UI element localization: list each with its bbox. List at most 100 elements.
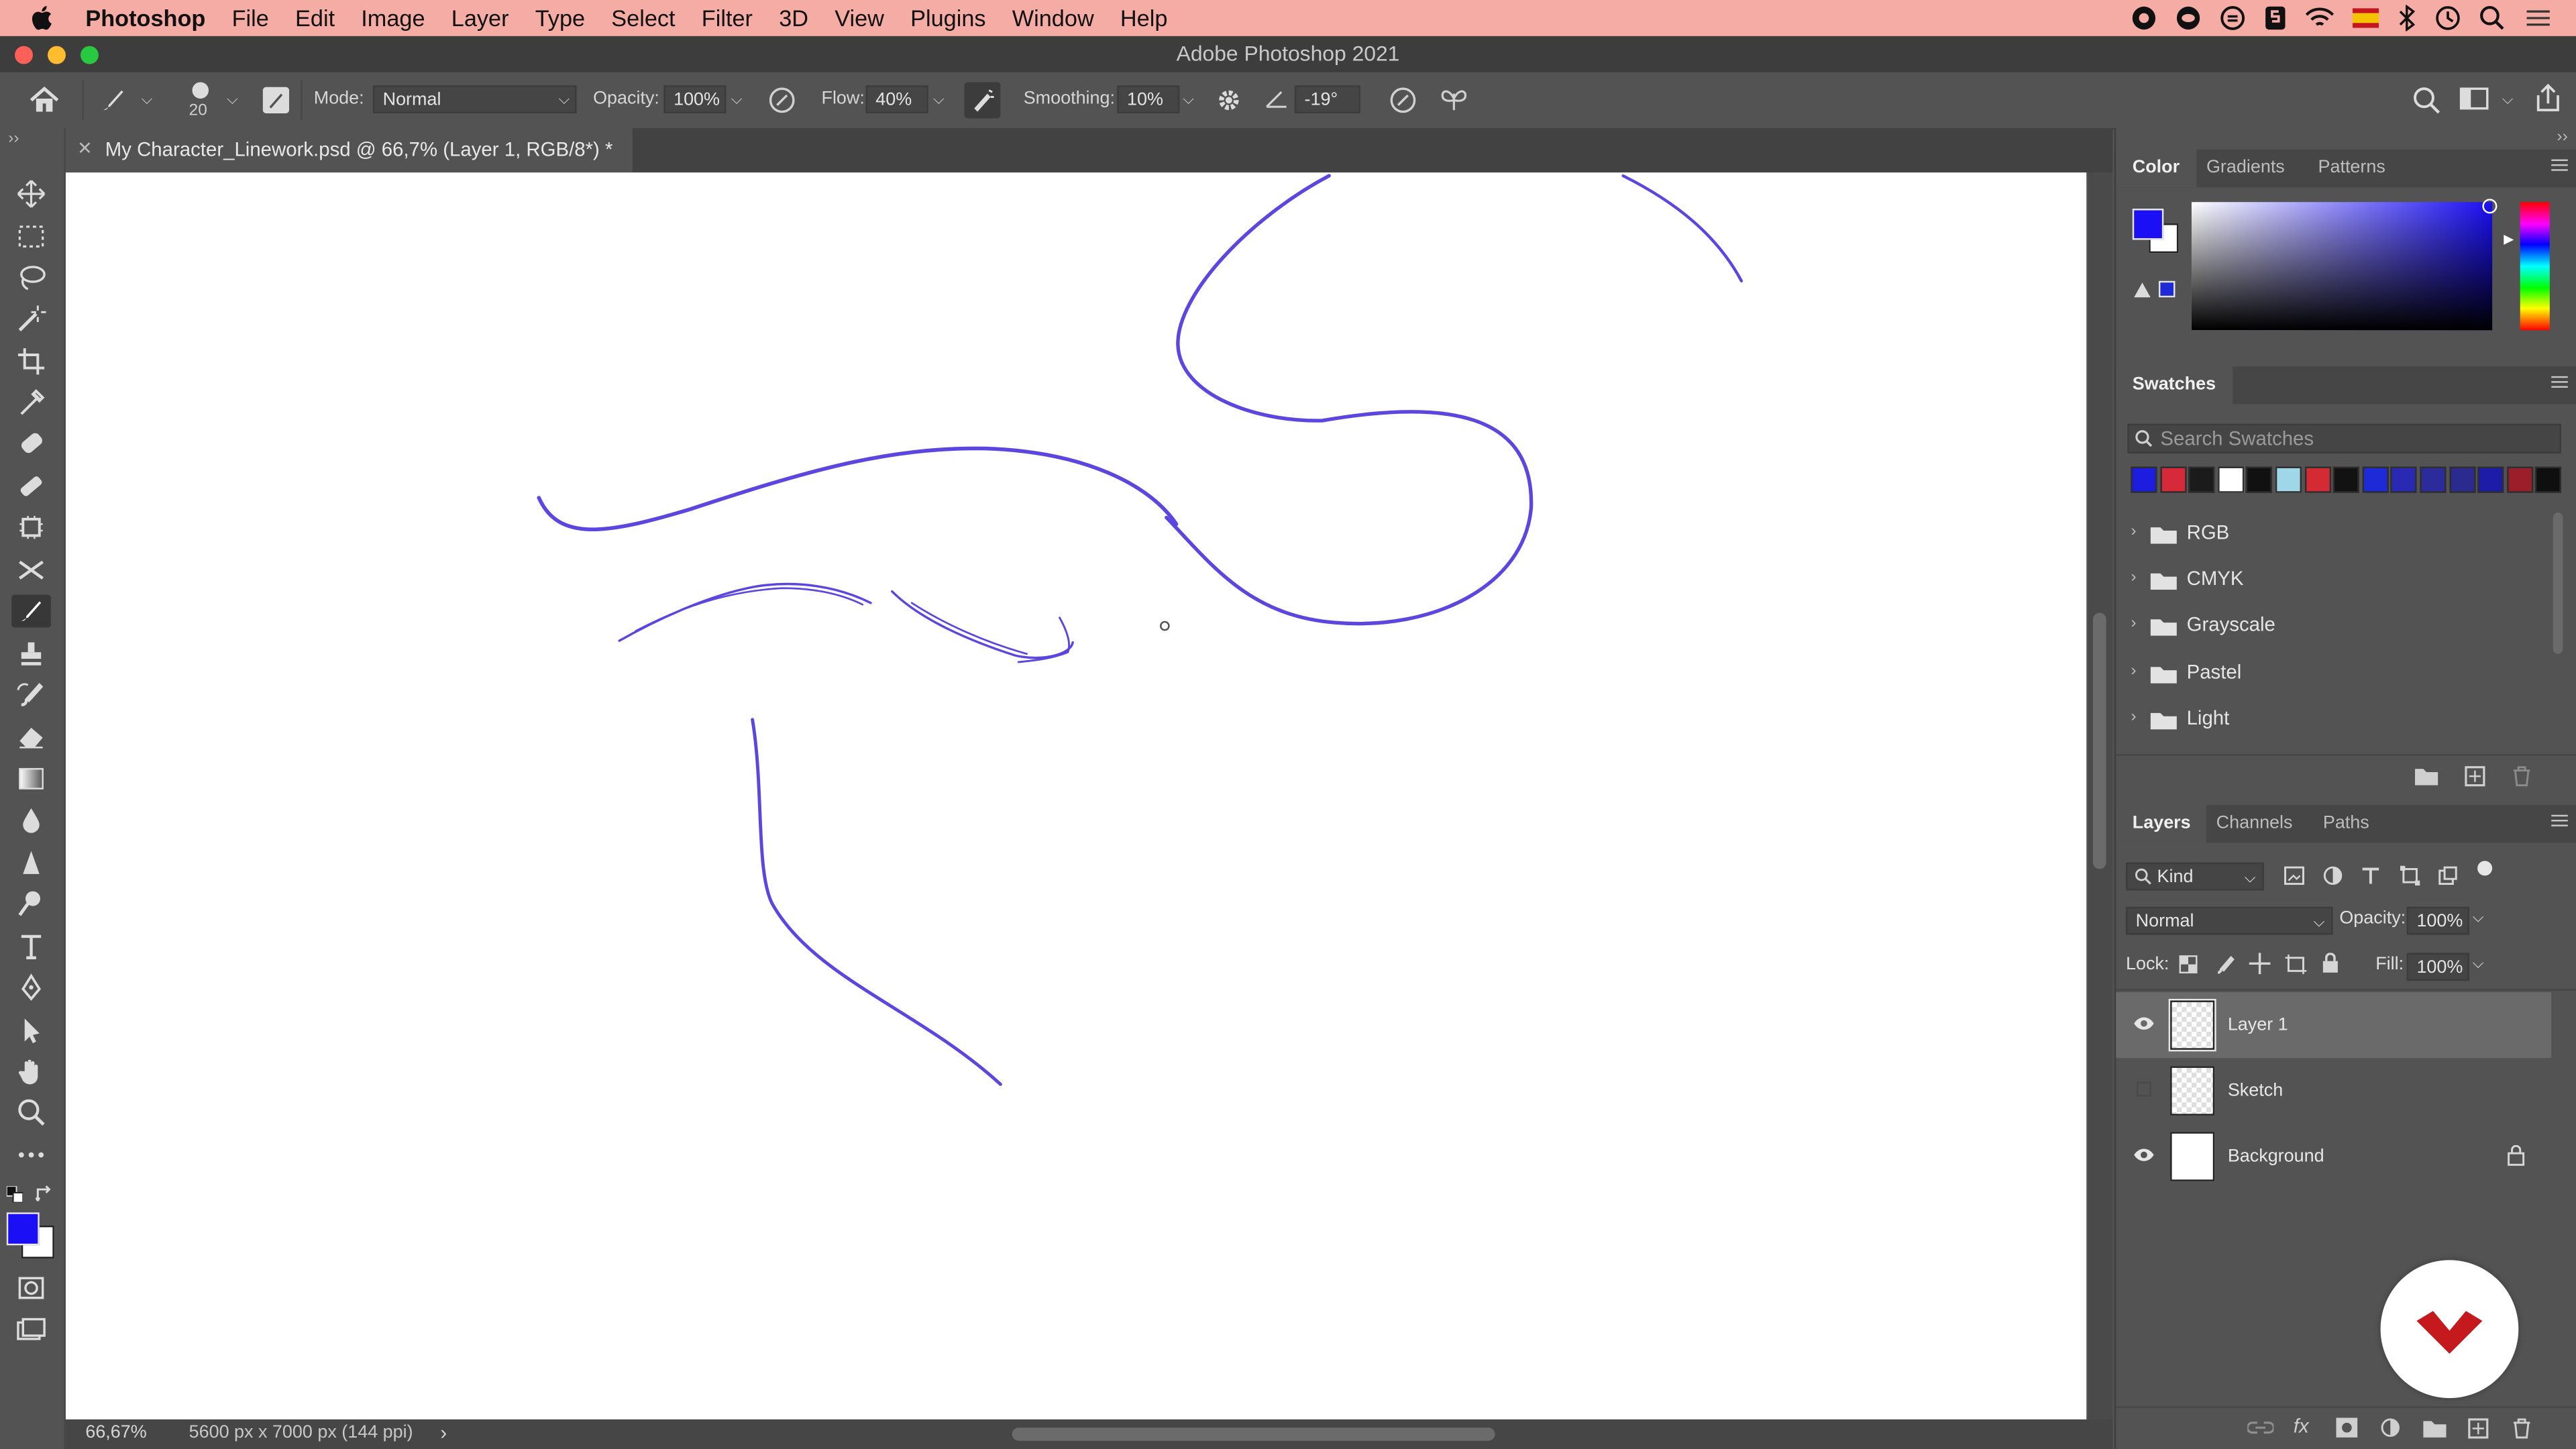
swatch-color[interactable] (2477, 466, 2504, 493)
gradient-tool-icon[interactable] (15, 762, 48, 795)
menu-window[interactable]: Window (1012, 0, 1094, 36)
visibility-hidden-icon[interactable] (2133, 1081, 2155, 1097)
color-field[interactable] (2191, 202, 2493, 331)
visibility-eye-icon[interactable] (2133, 1146, 2155, 1163)
panel-menu-icon[interactable] (2551, 376, 2568, 391)
menu-image[interactable]: Image (361, 0, 425, 36)
angle-input[interactable]: -19° (1294, 85, 1360, 113)
swatch-search-field[interactable]: Search Swatches (2127, 423, 2561, 453)
swap-colors-icon[interactable] (34, 1185, 54, 1204)
status-menu-arrow-icon[interactable]: › (440, 1421, 447, 1444)
lock-position-icon[interactable] (2249, 953, 2271, 975)
tab-patterns[interactable]: Patterns (2318, 150, 2385, 187)
swatch-group-light[interactable]: › Light (2116, 696, 2546, 743)
share-icon[interactable] (2533, 83, 2563, 113)
new-group-icon[interactable] (2415, 767, 2438, 786)
clone-stamp-tool-icon[interactable] (15, 637, 48, 670)
zoom-level[interactable]: 66,67% (85, 1423, 146, 1442)
layer-name[interactable]: Background (2228, 1146, 2324, 1166)
mode-select[interactable]: Normal (372, 85, 577, 113)
chevron-down-icon[interactable]: ⌵ (142, 85, 153, 113)
more-tools-icon[interactable] (15, 1138, 48, 1171)
menu-type[interactable]: Type (535, 0, 585, 36)
lasso-tool-icon[interactable] (15, 261, 48, 294)
marquee-tool-icon[interactable] (15, 220, 48, 253)
web-safe-color-icon[interactable] (2158, 280, 2176, 298)
swatch-color[interactable] (2246, 466, 2273, 493)
home-icon[interactable] (28, 85, 61, 115)
default-colors-icon[interactable] (6, 1186, 23, 1203)
swatch-color[interactable] (2217, 466, 2244, 493)
swatch-color[interactable] (2275, 466, 2302, 493)
swatch-color[interactable] (2420, 466, 2447, 493)
tab-paths[interactable]: Paths (2323, 805, 2369, 843)
lock-transparent-pixels-icon[interactable] (2178, 955, 2198, 974)
shortcut-icon[interactable] (2264, 5, 2287, 31)
hue-slider-handle[interactable]: ▶ (2504, 231, 2514, 246)
workspace-chevron-icon[interactable]: ⌵ (2502, 85, 2514, 113)
adjustment-layer-icon[interactable] (2381, 1417, 2400, 1437)
filter-pixel-icon[interactable] (2284, 866, 2305, 885)
mode-chevron-icon[interactable]: ⌵ (559, 85, 570, 113)
chevron-right-icon[interactable]: › (2131, 614, 2136, 633)
type-tool-icon[interactable] (15, 930, 48, 963)
vertical-scrollbar[interactable] (2088, 172, 2113, 1419)
workspace-icon[interactable] (2459, 87, 2489, 110)
menu-3d[interactable]: 3D (779, 0, 808, 36)
flow-chevron-icon[interactable]: ⌵ (933, 85, 945, 113)
move-tool-icon[interactable] (15, 177, 48, 210)
path-selection-tool-icon[interactable] (15, 1014, 48, 1046)
smoothing-input[interactable]: 10% (1117, 85, 1180, 113)
lock-image-pixels-icon[interactable] (2214, 955, 2235, 974)
menu-filter[interactable]: Filter (702, 0, 753, 36)
swatch-group-pastel[interactable]: › Pastel (2116, 651, 2546, 697)
tab-color[interactable]: Color (2116, 149, 2196, 188)
chevron-down-icon[interactable]: ⌵ (2473, 908, 2484, 926)
history-brush-tool-icon[interactable] (15, 678, 48, 711)
quick-mask-icon[interactable] (15, 1272, 48, 1305)
puppet-warp-tool-icon[interactable] (15, 553, 48, 586)
spot-healing-tool-icon[interactable] (15, 427, 48, 460)
swatch-color[interactable] (2333, 466, 2360, 493)
color-field-picker[interactable] (2482, 199, 2498, 214)
visibility-eye-icon[interactable] (2133, 1015, 2155, 1031)
new-group-icon[interactable] (2423, 1419, 2447, 1438)
filter-smart-object-icon[interactable] (2438, 866, 2457, 885)
dodge-tool-icon[interactable] (15, 846, 48, 879)
bluetooth-icon[interactable] (2397, 5, 2416, 32)
smoothing-chevron-icon[interactable]: ⌵ (1183, 85, 1194, 113)
airbrush-toggle[interactable] (964, 82, 1001, 119)
menu-file[interactable]: File (232, 0, 269, 36)
gear-icon[interactable] (1214, 85, 1244, 115)
layer-name[interactable]: Sketch (2228, 1081, 2283, 1100)
flow-input[interactable]: 40% (865, 85, 928, 113)
new-layer-icon[interactable] (2467, 1417, 2489, 1439)
swatch-color[interactable] (2535, 466, 2562, 493)
panel-menu-icon[interactable] (2551, 159, 2568, 174)
transform-tool-icon[interactable] (15, 511, 48, 544)
layer-style-fx-icon[interactable]: fx (2294, 1415, 2309, 1438)
filter-adjustment-icon[interactable] (2323, 866, 2343, 885)
swatch-color[interactable] (2391, 466, 2418, 493)
zoom-tool-icon[interactable] (15, 1095, 48, 1128)
brush-tool-icon-alt[interactable] (15, 470, 48, 502)
magic-wand-tool-icon[interactable] (15, 303, 48, 335)
document-tab[interactable]: ✕ My Character_Linework.psd @ 66,7% (Lay… (65, 128, 633, 173)
time-machine-icon[interactable] (2434, 5, 2461, 31)
opacity-chevron-icon[interactable]: ⌵ (731, 85, 743, 113)
swatch-color[interactable] (2159, 466, 2186, 493)
layer-blend-mode-select[interactable]: Normal ⌵ (2125, 906, 2333, 935)
swatch-color[interactable] (2304, 466, 2331, 493)
chevron-right-icon[interactable]: › (2131, 568, 2136, 586)
menu-edit[interactable]: Edit (295, 0, 335, 36)
foreground-color-swatch[interactable] (6, 1212, 40, 1246)
lock-artboard-icon[interactable] (2285, 954, 2307, 975)
menu-select[interactable]: Select (611, 0, 675, 36)
color-panel-foreground-swatch[interactable] (2132, 209, 2164, 240)
brush-picker-chevron-icon[interactable]: ⌵ (227, 85, 238, 113)
hue-slider[interactable] (2520, 202, 2550, 331)
swatches-scrollbar[interactable] (2553, 513, 2563, 654)
apple-icon[interactable] (30, 5, 62, 31)
tab-gradients[interactable]: Gradients (2206, 150, 2285, 187)
vertical-scroll-thumb[interactable] (2093, 612, 2106, 869)
